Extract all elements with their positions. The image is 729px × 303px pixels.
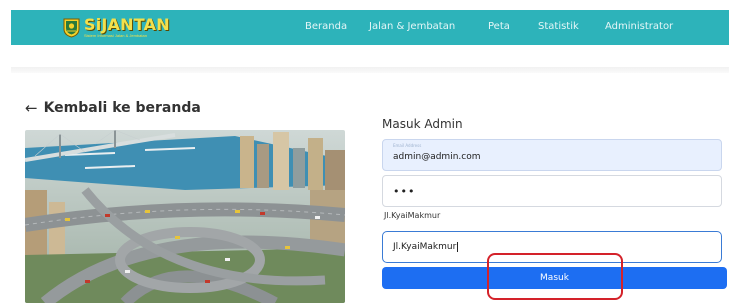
logo-text: SiJANTAN Sistem Informasi Jalan & Jembat… [84, 14, 170, 38]
back-to-home-link[interactable]: ← Kembali ke beranda [25, 100, 201, 116]
app-logo[interactable]: SiJANTAN Sistem Informasi Jalan & Jembat… [62, 14, 170, 40]
back-link-label: Kembali ke beranda [43, 100, 201, 116]
password-field-value: ••• [393, 184, 416, 198]
arrow-left-icon: ← [25, 98, 38, 117]
address-field[interactable]: Jl.KyaiMakmur [382, 231, 722, 263]
nav-item-jalan-jembatan[interactable]: Jalan & Jembatan [369, 21, 455, 32]
top-navbar: SiJANTAN Sistem Informasi Jalan & Jembat… [11, 10, 729, 45]
city-interchange-illustration [25, 130, 345, 303]
regional-emblem-icon [62, 17, 81, 38]
logo-subtitle: Sistem Informasi Jalan & Jembatan [84, 32, 147, 38]
email-field-label: Email Address [393, 143, 422, 148]
address-field-value: Jl.KyaiMakmur [393, 242, 457, 252]
nav-item-administrator[interactable]: Administrator [605, 21, 673, 32]
password-field[interactable]: ••• [382, 175, 722, 207]
login-form-title: Masuk Admin [382, 117, 463, 131]
nav-item-peta[interactable]: Peta [488, 21, 510, 32]
logo-title: SiJANTAN [84, 14, 170, 34]
text-caret [457, 242, 459, 252]
email-field-value: admin@admin.com [393, 152, 481, 162]
address-field-label: Jl.KyaiMakmur [384, 211, 441, 220]
section-divider [11, 67, 729, 73]
nav-item-statistik[interactable]: Statistik [538, 21, 579, 32]
nav-item-beranda[interactable]: Beranda [305, 21, 347, 32]
login-submit-button[interactable]: Masuk [382, 267, 727, 289]
email-field[interactable]: Email Address admin@admin.com [382, 139, 722, 171]
